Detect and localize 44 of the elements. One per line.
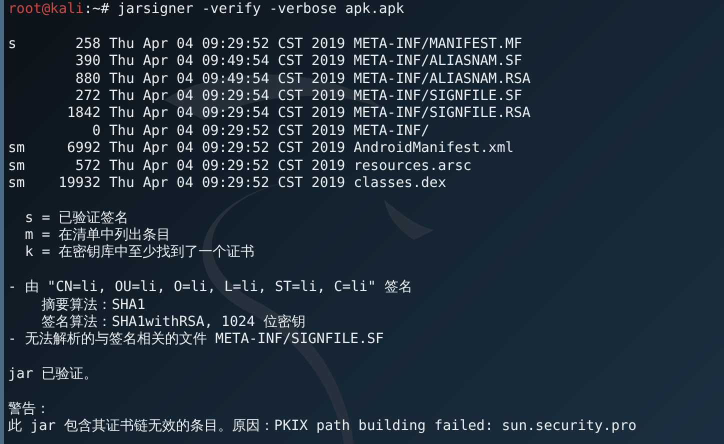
- entry-filename: META-INF/ALIASNAM.SF: [354, 53, 522, 70]
- entry-date: Thu Apr 04 09:29:52 CST 2019: [109, 36, 346, 52]
- entry-date: Thu Apr 04 09:49:54 CST 2019: [109, 53, 346, 70]
- entry-date: Thu Apr 04 09:29:52 CST 2019: [109, 174, 346, 191]
- entry-size: 0: [91, 122, 101, 140]
- entry-filename: META-INF/: [354, 122, 430, 139]
- entry-date: Thu Apr 04 09:29:52 CST 2019: [109, 140, 346, 156]
- entry-size: 19932: [58, 174, 101, 192]
- entry-filename: META-INF/SIGNFILE.SF: [354, 88, 522, 104]
- entry-size: 6992: [66, 140, 101, 158]
- entry-flags: sm: [8, 140, 25, 156]
- entry-filename: META-INF/MANIFEST.MF: [354, 36, 522, 52]
- signature-detail: - 由 "CN=li, OU=li, O=li, L=li, ST=li, C=li" 签名: [8, 279, 412, 296]
- entry-size: 572: [74, 158, 101, 175]
- entry-size: 258: [74, 36, 101, 54]
- signature-detail: - 无法解析的与签名相关的文件 META-INF/SIGNFILE.SF: [8, 331, 384, 348]
- warning-text: 此 jar 包含其证书链无效的条目。原因：PKIX path building failed: sun.security.pro: [8, 418, 637, 434]
- entry-filename: classes.dex: [354, 174, 446, 191]
- legend-text: k = 在密钥库中至少找到了一个证书: [24, 244, 255, 260]
- legend-text: s = 已验证签名: [24, 210, 129, 226]
- entry-date: Thu Apr 04 09:29:52 CST 2019: [109, 122, 346, 139]
- prompt-path: :~#: [84, 1, 110, 17]
- signature-detail: 签名算法：SHA1withRSA, 1024 位密钥: [42, 314, 306, 330]
- entry-flags: sm: [8, 158, 25, 174]
- prompt-user: root@kali: [8, 1, 84, 17]
- entry-filename: META-INF/SIGNFILE.RSA: [354, 105, 531, 122]
- entry-filename: META-INF/ALIASNAM.RSA: [354, 70, 531, 87]
- entry-filename: resources.arsc: [354, 158, 472, 174]
- entry-flags: sm: [8, 174, 25, 191]
- entry-size: 390: [74, 53, 101, 71]
- result-text: jar 已验证。: [8, 366, 98, 382]
- legend-text: m = 在清单中列出条目: [24, 227, 171, 244]
- entry-size: 1842: [66, 105, 101, 123]
- entry-filename: AndroidManifest.xml: [354, 140, 514, 156]
- entry-size: 272: [74, 88, 101, 106]
- warning-heading: 警告：: [8, 400, 50, 417]
- entry-date: Thu Apr 04 09:29:54 CST 2019: [109, 88, 346, 104]
- entry-flags: s: [8, 36, 16, 52]
- entry-date: Thu Apr 04 09:29:52 CST 2019: [109, 158, 346, 174]
- entry-date: Thu Apr 04 09:49:54 CST 2019: [109, 70, 346, 87]
- signature-detail: 摘要算法：SHA1: [42, 296, 146, 313]
- entry-size: 880: [74, 70, 101, 88]
- command-text: jarsigner -verify -verbose apk.apk: [118, 1, 404, 17]
- entry-date: Thu Apr 04 09:29:54 CST 2019: [109, 105, 346, 122]
